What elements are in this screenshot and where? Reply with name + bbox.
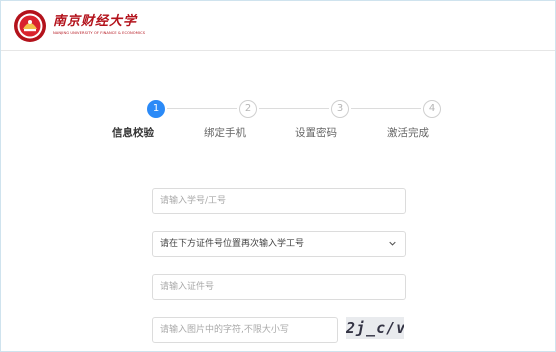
certificate-number-input[interactable] (152, 274, 406, 300)
student-id-input[interactable] (152, 188, 406, 214)
progress-steps: 1 2 3 4 信息校验 绑定手机 设置密码 激活完成 (1, 96, 556, 146)
step-3-label: 设置密码 (295, 127, 337, 139)
step-1-label: 信息校验 (112, 127, 154, 139)
id-type-select-value: 请在下方证件号位置再次输入学工号 (160, 239, 305, 249)
step-4-label: 激活完成 (387, 127, 429, 139)
step-2-circle: 2 (239, 100, 257, 118)
step-1-circle: 1 (147, 100, 165, 118)
id-type-select[interactable]: 请在下方证件号位置再次输入学工号 (152, 231, 406, 257)
step-3-circle: 3 (331, 100, 349, 118)
step-2-label: 绑定手机 (204, 127, 246, 139)
chevron-down-icon (389, 241, 396, 246)
header: 南京财经大学 NANJING UNIVERSITY OF FINANCE & E… (1, 1, 555, 51)
captcha-input[interactable] (152, 317, 338, 343)
university-name-en: NANJING UNIVERSITY OF FINANCE & ECONOMIC… (53, 31, 146, 35)
university-logo: 南京财经大学 NANJING UNIVERSITY OF FINANCE & E… (53, 10, 145, 42)
page-frame: 南京财经大学 NANJING UNIVERSITY OF FINANCE & E… (0, 0, 556, 352)
captcha-text: 2j_c/v (346, 319, 404, 337)
step-connector (259, 108, 329, 109)
step-connector (167, 108, 237, 109)
university-seal-icon (14, 10, 46, 42)
university-name-cn: 南京财经大学 (53, 14, 138, 29)
captcha-image[interactable]: 2j_c/v (346, 317, 404, 339)
step-connector (351, 108, 421, 109)
step-4-circle: 4 (423, 100, 441, 118)
